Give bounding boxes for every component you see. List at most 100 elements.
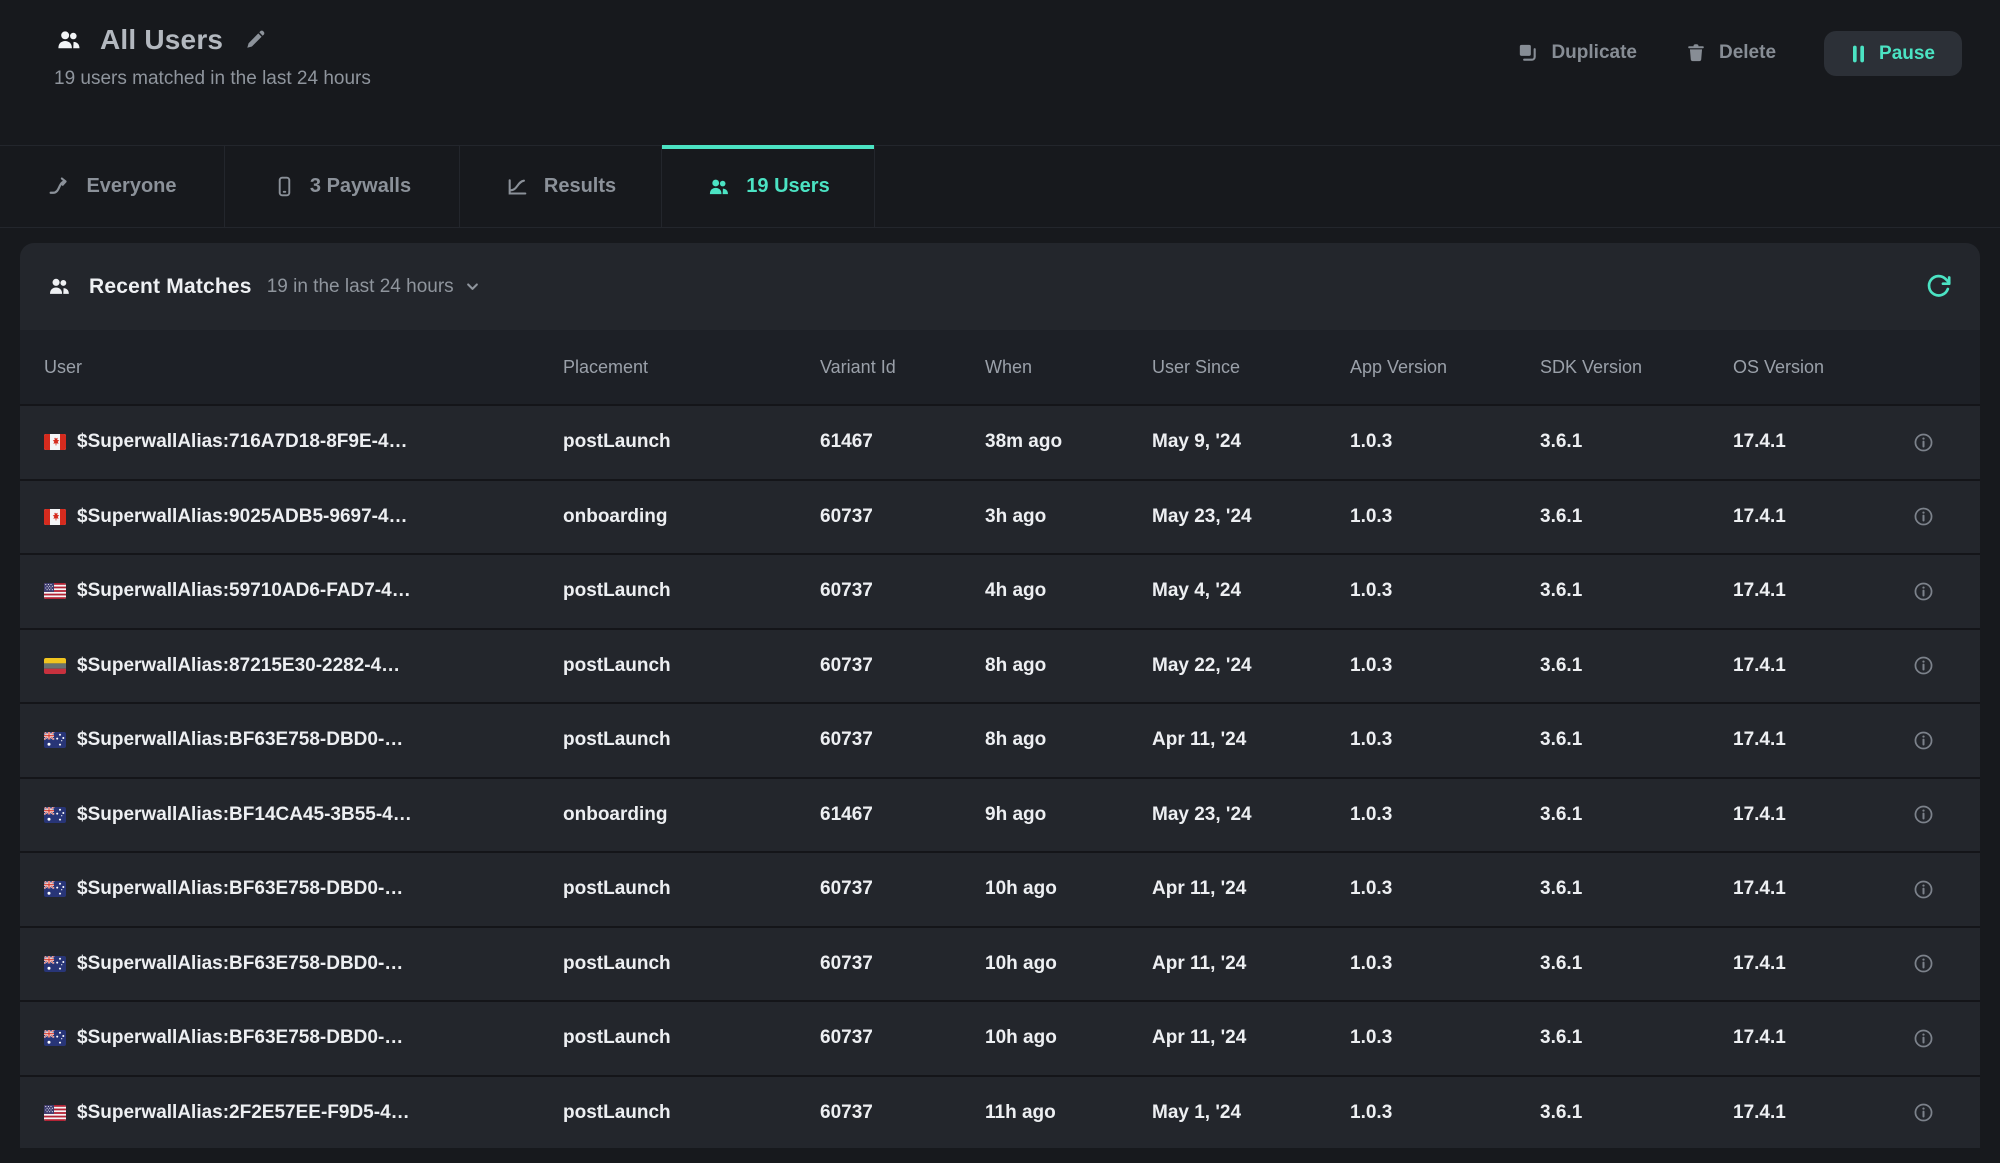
flag-lt-icon xyxy=(44,658,66,674)
sdk-version-cell: 3.6.1 xyxy=(1540,431,1733,453)
info-cell xyxy=(1913,1102,1956,1123)
time-filter-dropdown[interactable]: 19 in the last 24 hours xyxy=(267,276,482,298)
table-row[interactable]: $SuperwallAlias:59710AD6-FAD7-4… postLau… xyxy=(20,555,1980,630)
user-cell: $SuperwallAlias:2F2E57EE-F9D5-4… xyxy=(44,1102,563,1124)
user-cell: $SuperwallAlias:87215E30-2282-4… xyxy=(44,655,563,677)
pause-label: Pause xyxy=(1879,43,1935,65)
column-header-user: User xyxy=(44,357,563,378)
sdk-version-cell: 3.6.1 xyxy=(1540,729,1733,751)
table-row[interactable]: $SuperwallAlias:716A7D18-8F9E-4… postLau… xyxy=(20,406,1980,481)
os-version-cell: 17.4.1 xyxy=(1733,506,1913,528)
app-version-cell: 1.0.3 xyxy=(1350,878,1540,900)
when-cell: 4h ago xyxy=(985,580,1152,602)
user-since-cell: May 1, '24 xyxy=(1152,1102,1350,1124)
info-icon[interactable] xyxy=(1913,1028,1934,1049)
table-row[interactable]: $SuperwallAlias:9025ADB5-9697-4… onboard… xyxy=(20,481,1980,556)
table-row[interactable]: $SuperwallAlias:BF63E758-DBD0-… postLaun… xyxy=(20,1002,1980,1077)
table-row[interactable]: $SuperwallAlias:2F2E57EE-F9D5-4… postLau… xyxy=(20,1077,1980,1149)
flag-au-icon xyxy=(44,1030,66,1046)
info-cell xyxy=(1913,953,1956,974)
table-row[interactable]: $SuperwallAlias:BF63E758-DBD0-… postLaun… xyxy=(20,928,1980,1003)
tab-filler xyxy=(875,146,2000,227)
info-icon[interactable] xyxy=(1913,655,1934,676)
table-row[interactable]: $SuperwallAlias:BF63E758-DBD0-… postLaun… xyxy=(20,853,1980,928)
user-alias: $SuperwallAlias:87215E30-2282-4… xyxy=(77,655,400,677)
recent-matches-panel: Recent Matches 19 in the last 24 hours U… xyxy=(20,243,1980,1148)
info-icon[interactable] xyxy=(1913,953,1934,974)
info-cell xyxy=(1913,804,1956,825)
duplicate-label: Duplicate xyxy=(1551,42,1637,64)
tab-label: Everyone xyxy=(86,175,176,198)
os-version-cell: 17.4.1 xyxy=(1733,878,1913,900)
flag-au-icon xyxy=(44,956,66,972)
chart-icon xyxy=(505,174,530,199)
page: All Users 19 users matched in the last 2… xyxy=(0,0,2000,1163)
info-icon[interactable] xyxy=(1913,1102,1934,1123)
refresh-button[interactable] xyxy=(1921,269,1956,304)
info-cell xyxy=(1913,1028,1956,1049)
tab-users[interactable]: 19 Users xyxy=(662,146,875,227)
user-alias: $SuperwallAlias:2F2E57EE-F9D5-4… xyxy=(77,1102,410,1124)
info-icon[interactable] xyxy=(1913,432,1934,453)
user-cell: $SuperwallAlias:BF63E758-DBD0-… xyxy=(44,729,563,751)
info-cell xyxy=(1913,730,1956,751)
info-icon[interactable] xyxy=(1913,581,1934,602)
table-row[interactable]: $SuperwallAlias:BF63E758-DBD0-… postLaun… xyxy=(20,704,1980,779)
variant-id-cell: 60737 xyxy=(820,655,985,677)
placement-cell: postLaunch xyxy=(563,1027,820,1049)
user-since-cell: Apr 11, '24 xyxy=(1152,953,1350,975)
when-cell: 8h ago xyxy=(985,729,1152,751)
info-cell xyxy=(1913,581,1956,602)
duplicate-button[interactable]: Duplicate xyxy=(1516,31,1637,74)
users-icon xyxy=(46,274,73,299)
flag-au-icon xyxy=(44,732,66,748)
panel-header: Recent Matches 19 in the last 24 hours xyxy=(20,243,1980,330)
users-icon xyxy=(54,26,84,54)
os-version-cell: 17.4.1 xyxy=(1733,655,1913,677)
table-row[interactable]: $SuperwallAlias:BF14CA45-3B55-4… onboard… xyxy=(20,779,1980,854)
user-alias: $SuperwallAlias:BF14CA45-3B55-4… xyxy=(77,804,412,826)
user-since-cell: May 22, '24 xyxy=(1152,655,1350,677)
os-version-cell: 17.4.1 xyxy=(1733,1102,1913,1124)
phone-icon xyxy=(273,174,296,199)
when-cell: 38m ago xyxy=(985,431,1152,453)
tab-results[interactable]: Results xyxy=(460,146,662,227)
user-since-cell: May 4, '24 xyxy=(1152,580,1350,602)
user-cell: $SuperwallAlias:BF14CA45-3B55-4… xyxy=(44,804,563,826)
tab-paywalls[interactable]: 3 Paywalls xyxy=(225,146,460,227)
app-version-cell: 1.0.3 xyxy=(1350,1102,1540,1124)
info-icon[interactable] xyxy=(1913,730,1934,751)
table-header: User Placement Variant Id When User Sinc… xyxy=(20,330,1980,406)
os-version-cell: 17.4.1 xyxy=(1733,953,1913,975)
tab-everyone[interactable]: Everyone xyxy=(0,146,225,227)
info-icon[interactable] xyxy=(1913,879,1934,900)
tab-label: 3 Paywalls xyxy=(310,175,411,198)
column-header-app-version: App Version xyxy=(1350,357,1540,378)
users-icon xyxy=(706,175,732,199)
user-since-cell: Apr 11, '24 xyxy=(1152,1027,1350,1049)
placement-cell: onboarding xyxy=(563,804,820,826)
variant-id-cell: 60737 xyxy=(820,1102,985,1124)
user-since-cell: May 23, '24 xyxy=(1152,506,1350,528)
variant-id-cell: 60737 xyxy=(820,506,985,528)
edit-pencil-icon[interactable] xyxy=(243,28,267,52)
user-alias: $SuperwallAlias:9025ADB5-9697-4… xyxy=(77,506,408,528)
table-row[interactable]: $SuperwallAlias:87215E30-2282-4… postLau… xyxy=(20,630,1980,705)
sdk-version-cell: 3.6.1 xyxy=(1540,1027,1733,1049)
user-since-cell: Apr 11, '24 xyxy=(1152,729,1350,751)
when-cell: 10h ago xyxy=(985,953,1152,975)
placement-cell: onboarding xyxy=(563,506,820,528)
info-icon[interactable] xyxy=(1913,804,1934,825)
info-cell xyxy=(1913,432,1956,453)
delete-button[interactable]: Delete xyxy=(1685,31,1776,74)
info-cell xyxy=(1913,506,1956,527)
user-cell: $SuperwallAlias:716A7D18-8F9E-4… xyxy=(44,431,563,453)
app-version-cell: 1.0.3 xyxy=(1350,953,1540,975)
placement-cell: postLaunch xyxy=(563,580,820,602)
placement-cell: postLaunch xyxy=(563,1102,820,1124)
variant-id-cell: 60737 xyxy=(820,580,985,602)
user-cell: $SuperwallAlias:BF63E758-DBD0-… xyxy=(44,953,563,975)
variant-id-cell: 60737 xyxy=(820,1027,985,1049)
pause-button[interactable]: Pause xyxy=(1824,31,1962,76)
info-icon[interactable] xyxy=(1913,506,1934,527)
